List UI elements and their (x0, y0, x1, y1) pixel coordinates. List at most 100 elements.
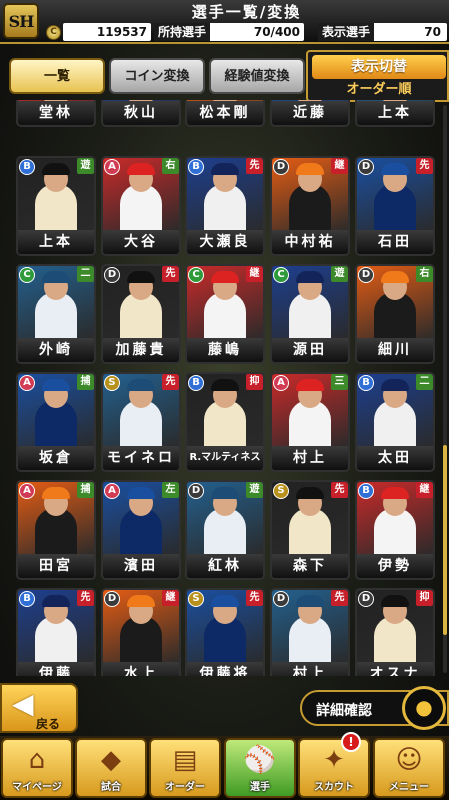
player-card[interactable]: B 先大瀬良 (185, 156, 265, 256)
player-card[interactable]: A 三村上 (270, 372, 350, 472)
player-card[interactable]: C 二外崎 (16, 264, 96, 364)
rank-badge: A (273, 375, 289, 391)
player-name: 源田 (272, 338, 348, 362)
player-card[interactable]: B 先伊藤 (16, 588, 96, 676)
player-name: 伊藤 (18, 662, 94, 676)
sort-panel: 表示切替 オーダー順 (306, 50, 449, 102)
scout-notification-badge: ! (341, 732, 361, 752)
position-badge: 遊 (77, 158, 94, 174)
player-card[interactable]: B 継伊勢 (355, 480, 435, 580)
display-toggle-button[interactable]: 表示切替 (312, 55, 446, 79)
player-name: 石田 (357, 230, 433, 254)
position-badge: 継 (416, 482, 433, 498)
player-card[interactable]: 松本剛 (185, 100, 265, 127)
player-card[interactable]: D 右細川 (355, 264, 435, 364)
player-name: 伊藤将 (187, 662, 263, 676)
nav-order[interactable]: ▤ オーダー (149, 738, 221, 798)
player-grid: 堂林 秋山 松本剛 近藤 上本 B 遊上本 A 右大谷 B 先大瀬良 D 継中村祐 D 先石田 C 二外崎 D 先加… (0, 100, 440, 676)
nav-players-label: 選手 (250, 782, 270, 793)
team-logo: SH (3, 3, 39, 39)
tab-list[interactable]: 一覧 (9, 58, 105, 94)
player-card[interactable]: B 二太田 (355, 372, 435, 472)
coin-count: 119537 (63, 23, 151, 41)
player-card[interactable]: D 先石田 (355, 156, 435, 256)
player-name: 大谷 (103, 230, 179, 254)
player-name: 田宮 (18, 554, 94, 578)
player-card[interactable]: D 継中村祐 (270, 156, 350, 256)
nav-menu[interactable]: ☺ メニュー (373, 738, 445, 798)
position-badge: 二 (77, 266, 94, 282)
back-label: 戻る (36, 717, 61, 731)
player-card[interactable]: D 遊紅林 (185, 480, 265, 580)
player-card[interactable]: D 先村上 (270, 588, 350, 676)
position-badge: 捕 (77, 374, 94, 390)
scrollbar[interactable] (443, 105, 447, 673)
nav-menu-label: メニュー (389, 782, 429, 793)
player-card[interactable]: D 抑オスナ (355, 588, 435, 676)
player-card[interactable]: 近藤 (270, 100, 350, 127)
owned-players-stat: 所持選手 70/400 (154, 23, 304, 41)
rank-badge: C (188, 267, 204, 283)
player-card[interactable]: 上本 (355, 100, 435, 127)
rank-badge: D (104, 267, 120, 283)
position-badge: 先 (77, 590, 94, 606)
header-bar: SH 選手一覧/変換 C 119537 所持選手 70/400 表示選手 70 (0, 0, 449, 44)
tab-bar: 一覧 コイン変換 経験値変換 (0, 58, 312, 96)
player-card[interactable]: C 継藤嶋 (185, 264, 265, 364)
nav-mypage[interactable]: ⌂ マイページ (1, 738, 73, 798)
player-card[interactable]: S 先伊藤将 (185, 588, 265, 676)
player-name: 紅林 (187, 554, 263, 578)
sort-order-value[interactable]: オーダー順 (312, 80, 446, 100)
player-card[interactable]: 堂林 (16, 100, 96, 127)
position-badge: 先 (331, 482, 348, 498)
rank-badge: S (104, 375, 120, 391)
position-badge: 二 (416, 374, 433, 390)
tab-coin-convert[interactable]: コイン変換 (109, 58, 205, 94)
position-badge: 先 (246, 590, 263, 606)
nav-game[interactable]: ◆ 試合 (75, 738, 147, 798)
rank-badge: A (19, 375, 35, 391)
position-badge: 継 (162, 590, 179, 606)
player-name: 加藤貴 (103, 338, 179, 362)
player-card[interactable]: S 先森下 (270, 480, 350, 580)
rank-badge: S (188, 591, 204, 607)
player-card[interactable]: A 捕坂倉 (16, 372, 96, 472)
player-name: 上本 (18, 230, 94, 254)
player-name: モイネロ (103, 446, 179, 470)
player-card[interactable]: B 抑 R.マルティネス (185, 372, 265, 472)
detail-check-button[interactable]: 詳細確認 ● (300, 686, 449, 730)
player-name: 水上 (103, 662, 179, 676)
rank-badge: D (188, 483, 204, 499)
clipboard-icon: ▤ (172, 745, 198, 775)
rank-badge: S (273, 483, 289, 499)
player-card[interactable]: C 遊源田 (270, 264, 350, 364)
rank-badge: B (358, 375, 374, 391)
player-name: R.マルティネス (187, 446, 263, 470)
back-button[interactable]: ◀ 戻る (0, 683, 78, 733)
rank-badge: C (19, 267, 35, 283)
rank-badge: D (273, 159, 289, 175)
player-card[interactable]: B 遊上本 (16, 156, 96, 256)
scrollbar-thumb[interactable] (443, 445, 447, 635)
player-name: 森下 (272, 554, 348, 578)
player-card[interactable]: A 左濱田 (101, 480, 181, 580)
position-badge: 継 (331, 158, 348, 174)
player-card[interactable]: 秋山 (101, 100, 181, 127)
nav-players[interactable]: ⚾ 選手 (224, 738, 296, 798)
player-card[interactable]: D 先加藤貴 (101, 264, 181, 364)
player-name: 外崎 (18, 338, 94, 362)
rank-badge: B (188, 375, 204, 391)
rank-badge: D (358, 267, 374, 283)
player-card[interactable]: D 継水上 (101, 588, 181, 676)
player-name: 細川 (357, 338, 433, 362)
player-card[interactable]: A 右大谷 (101, 156, 181, 256)
rank-badge: B (19, 591, 35, 607)
tab-exp-convert[interactable]: 経験値変換 (209, 58, 305, 94)
player-name: 秋山 (103, 101, 179, 125)
position-badge: 継 (246, 266, 263, 282)
player-card[interactable]: S 先モイネロ (101, 372, 181, 472)
rank-badge: A (104, 483, 120, 499)
player-name: 伊勢 (357, 554, 433, 578)
player-name: 松本剛 (187, 101, 263, 125)
player-card[interactable]: A 捕田宮 (16, 480, 96, 580)
